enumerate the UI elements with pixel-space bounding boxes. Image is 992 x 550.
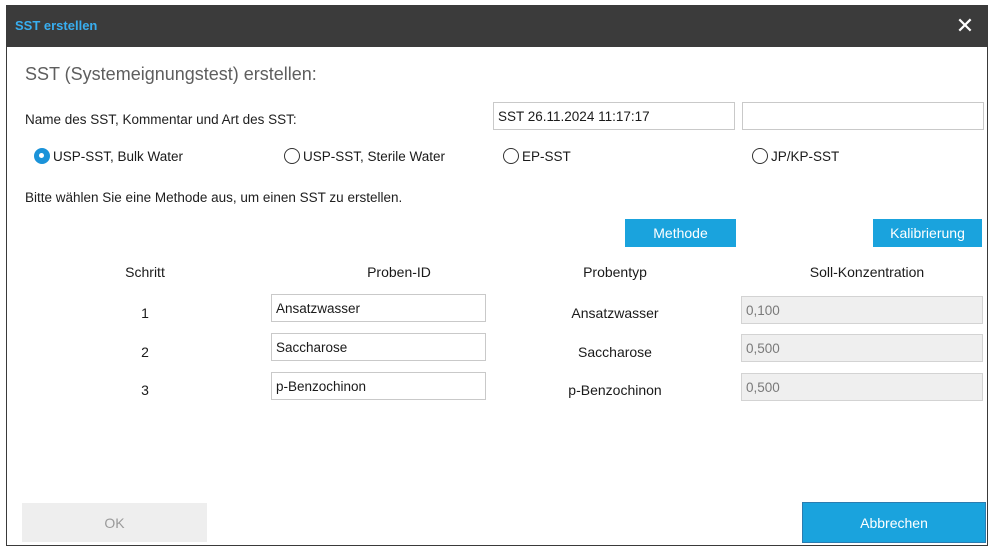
radio-unchecked-icon	[284, 148, 300, 164]
sst-dialog: SST erstellen ✕ SST (Systemeignungstest)…	[6, 5, 988, 546]
radio-label: USP-SST, Bulk Water	[53, 148, 184, 164]
header-schritt: Schritt	[125, 264, 165, 280]
table-cell-sample-type: Saccharose	[578, 344, 652, 360]
methode-button[interactable]: Methode	[625, 219, 736, 247]
abbrechen-button[interactable]: Abbrechen	[802, 502, 986, 543]
radio-usp-sterile-water[interactable]: USP-SST, Sterile Water	[284, 148, 445, 164]
title-bar: SST erstellen ✕	[7, 6, 987, 47]
window-title: SST erstellen	[15, 18, 98, 33]
radio-label: EP-SST	[522, 148, 571, 164]
concentration-field	[741, 296, 983, 324]
page-title: SST (Systemeignungstest) erstellen:	[25, 64, 317, 84]
table-cell-step: 2	[141, 344, 149, 360]
table-cell-sample-type: p-Benzochinon	[568, 382, 662, 398]
header-proben-id: Proben-ID	[367, 264, 431, 280]
header-probentyp: Probentyp	[583, 264, 647, 280]
header-soll-konzentration: Soll-Konzentration	[809, 264, 925, 280]
instruction-text: Bitte wählen Sie eine Methode aus, um ei…	[25, 190, 403, 205]
concentration-field	[741, 334, 983, 362]
close-icon[interactable]: ✕	[953, 14, 977, 38]
kalibrierung-button[interactable]: Kalibrierung	[873, 219, 982, 247]
radio-label: JP/KP-SST	[771, 148, 840, 164]
sample-id-input[interactable]	[271, 333, 486, 361]
radio-unchecked-icon	[503, 148, 519, 164]
radio-usp-bulk-water[interactable]: USP-SST, Bulk Water	[34, 148, 183, 164]
radio-ep-sst[interactable]: EP-SST	[503, 148, 571, 164]
sample-id-input[interactable]	[271, 372, 486, 400]
sst-comment-input[interactable]	[742, 102, 984, 130]
radio-unchecked-icon	[752, 148, 768, 164]
sample-id-input[interactable]	[271, 294, 486, 322]
table-cell-sample-type: Ansatzwasser	[571, 305, 659, 321]
sst-name-input[interactable]	[493, 102, 735, 130]
concentration-field	[741, 373, 983, 401]
radio-label: USP-SST, Sterile Water	[303, 148, 446, 164]
name-section-label: Name des SST, Kommentar und Art des SST:	[25, 112, 297, 127]
table-cell-step: 3	[141, 382, 149, 398]
table-cell-step: 1	[141, 305, 149, 321]
radio-checked-icon	[34, 148, 50, 164]
ok-button[interactable]: OK	[22, 503, 207, 542]
radio-jp-kp-sst[interactable]: JP/KP-SST	[752, 148, 839, 164]
